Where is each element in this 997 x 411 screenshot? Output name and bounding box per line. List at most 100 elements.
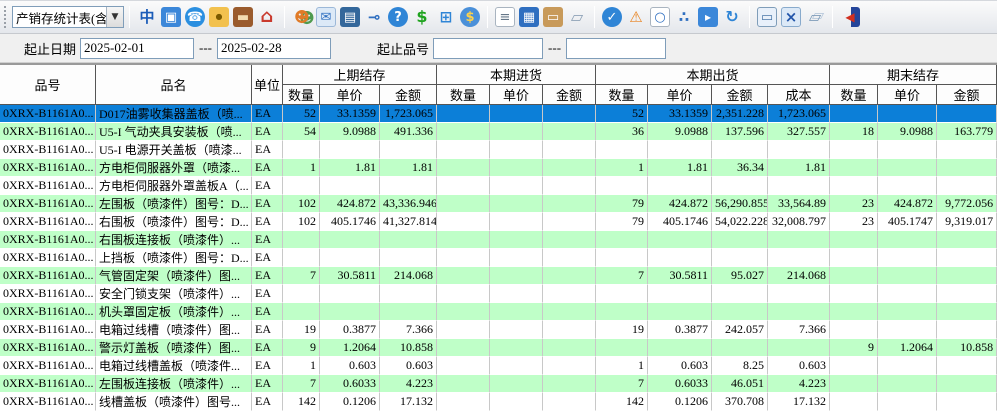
cell-out-cost[interactable]: 33,564.89 — [768, 195, 830, 213]
table-row[interactable]: 0XRX-B1161A0...方电柜伺服器外罩（喷漆...EA11.811.81… — [0, 159, 997, 177]
cell-prev-qty[interactable] — [283, 303, 320, 321]
cell-out-price[interactable]: 0.6033 — [648, 375, 712, 393]
cell-out-price[interactable]: 0.1206 — [648, 393, 712, 411]
cell-code[interactable]: 0XRX-B1161A0... — [0, 357, 96, 375]
cell-end-price[interactable] — [878, 303, 937, 321]
cell-in-price[interactable] — [490, 303, 543, 321]
table-row[interactable]: 0XRX-B1161A0...线槽盖板（喷漆件）图号...EA1420.1206… — [0, 393, 997, 411]
table-row[interactable]: 0XRX-B1161A0...上挡板（喷漆件）图号：D...EA — [0, 249, 997, 267]
cell-end-price[interactable] — [878, 357, 937, 375]
cell-prev-price[interactable] — [320, 177, 380, 195]
cell-out-price[interactable]: 0.3877 — [648, 321, 712, 339]
cell-prev-qty[interactable] — [283, 141, 320, 159]
cell-in-price[interactable] — [490, 357, 543, 375]
cell-in-amount[interactable] — [543, 177, 596, 195]
cell-end-price[interactable] — [878, 393, 937, 411]
cell-prev-amount[interactable]: 214.068 — [380, 267, 437, 285]
cell-end-qty[interactable]: 23 — [830, 213, 878, 231]
cell-unit[interactable]: EA — [252, 267, 283, 285]
cell-end-price[interactable] — [878, 249, 937, 267]
cell-prev-amount[interactable] — [380, 303, 437, 321]
cell-in-amount[interactable] — [543, 393, 596, 411]
cell-end-amount[interactable] — [937, 357, 997, 375]
cell-prev-amount[interactable]: 491.336 — [380, 123, 437, 141]
report-type-select[interactable]: 产销存统计表(含 ▼ — [12, 6, 124, 28]
cell-prev-amount[interactable] — [380, 141, 437, 159]
cell-in-price[interactable] — [490, 213, 543, 231]
cell-in-qty[interactable] — [437, 267, 490, 285]
cell-in-qty[interactable] — [437, 177, 490, 195]
cell-in-price[interactable] — [490, 159, 543, 177]
cell-unit[interactable]: EA — [252, 321, 283, 339]
cell-out-cost[interactable]: 7.366 — [768, 321, 830, 339]
cell-end-amount[interactable] — [937, 159, 997, 177]
cell-end-amount[interactable] — [937, 375, 997, 393]
cell-out-amount[interactable]: 36.34 — [712, 159, 768, 177]
cell-end-price[interactable] — [878, 267, 937, 285]
cell-prev-amount[interactable]: 43,336.946 — [380, 195, 437, 213]
cell-in-price[interactable] — [490, 177, 543, 195]
cell-code[interactable]: 0XRX-B1161A0... — [0, 285, 96, 303]
cell-prev-qty[interactable]: 52 — [283, 105, 320, 123]
cell-prev-qty[interactable]: 54 — [283, 123, 320, 141]
cell-prev-qty[interactable] — [283, 177, 320, 195]
cell-out-qty[interactable]: 79 — [596, 213, 648, 231]
cell-name[interactable]: 上挡板（喷漆件）图号：D... — [96, 249, 252, 267]
notebook-icon[interactable]: ▤ — [340, 7, 360, 27]
cell-in-price[interactable] — [490, 105, 543, 123]
cell-unit[interactable]: EA — [252, 213, 283, 231]
cell-code[interactable]: 0XRX-B1161A0... — [0, 393, 96, 411]
cell-name[interactable]: 线槽盖板（喷漆件）图号... — [96, 393, 252, 411]
cell-out-cost[interactable] — [768, 249, 830, 267]
cell-end-qty[interactable] — [830, 393, 878, 411]
window-icon[interactable]: ▭ — [757, 7, 777, 27]
cell-out-cost[interactable]: 17.132 — [768, 393, 830, 411]
cell-end-price[interactable] — [878, 141, 937, 159]
calculator-icon[interactable]: ▦ — [519, 7, 539, 27]
cell-prev-price[interactable]: 0.603 — [320, 357, 380, 375]
cell-out-amount[interactable]: 242.057 — [712, 321, 768, 339]
cell-prev-qty[interactable] — [283, 285, 320, 303]
cell-end-price[interactable] — [878, 321, 937, 339]
cell-in-qty[interactable] — [437, 123, 490, 141]
cell-prev-amount[interactable]: 1.81 — [380, 159, 437, 177]
cell-out-amount[interactable]: 370.708 — [712, 393, 768, 411]
cell-prev-qty[interactable]: 142 — [283, 393, 320, 411]
cell-in-price[interactable] — [490, 285, 543, 303]
cell-end-qty[interactable] — [830, 375, 878, 393]
table-row[interactable]: 0XRX-B1161A0...U5-I 电源开关盖板（喷漆...EA — [0, 141, 997, 159]
cell-end-amount[interactable] — [937, 303, 997, 321]
cell-out-price[interactable] — [648, 339, 712, 357]
cell-out-price[interactable]: 30.5811 — [648, 267, 712, 285]
cell-code[interactable]: 0XRX-B1161A0... — [0, 321, 96, 339]
preview-icon[interactable]: ○ — [650, 7, 670, 27]
table-row[interactable]: 0XRX-B1161A0...左围板连接板（喷漆件）...EA70.60334.… — [0, 375, 997, 393]
billing-icon[interactable]: $ — [460, 7, 480, 27]
cell-out-qty[interactable] — [596, 249, 648, 267]
cell-out-price[interactable]: 9.0988 — [648, 123, 712, 141]
cell-out-amount[interactable] — [712, 177, 768, 195]
cell-in-price[interactable] — [490, 123, 543, 141]
cell-unit[interactable]: EA — [252, 375, 283, 393]
cell-out-cost[interactable]: 327.557 — [768, 123, 830, 141]
cell-prev-amount[interactable]: 0.603 — [380, 357, 437, 375]
cell-out-price[interactable] — [648, 285, 712, 303]
cell-name[interactable]: U5-I 气动夹具安装板（喷... — [96, 123, 252, 141]
cell-in-price[interactable] — [490, 267, 543, 285]
cell-end-qty[interactable] — [830, 321, 878, 339]
cell-out-amount[interactable]: 46.051 — [712, 375, 768, 393]
monitor-icon[interactable]: ▣ — [161, 7, 181, 27]
cell-end-qty[interactable]: 9 — [830, 339, 878, 357]
cell-out-amount[interactable]: 54,022.228 — [712, 213, 768, 231]
cell-out-qty[interactable]: 7 — [596, 267, 648, 285]
cell-end-qty[interactable] — [830, 249, 878, 267]
cell-in-price[interactable] — [490, 321, 543, 339]
cell-out-qty[interactable]: 1 — [596, 357, 648, 375]
cell-code[interactable]: 0XRX-B1161A0... — [0, 249, 96, 267]
cell-unit[interactable]: EA — [252, 303, 283, 321]
cell-out-cost[interactable] — [768, 285, 830, 303]
cell-name[interactable]: 方电柜伺服器外罩（喷漆... — [96, 159, 252, 177]
cell-end-qty[interactable]: 23 — [830, 195, 878, 213]
key-icon[interactable]: ⊸ — [364, 7, 384, 27]
cell-end-amount[interactable]: 10.858 — [937, 339, 997, 357]
